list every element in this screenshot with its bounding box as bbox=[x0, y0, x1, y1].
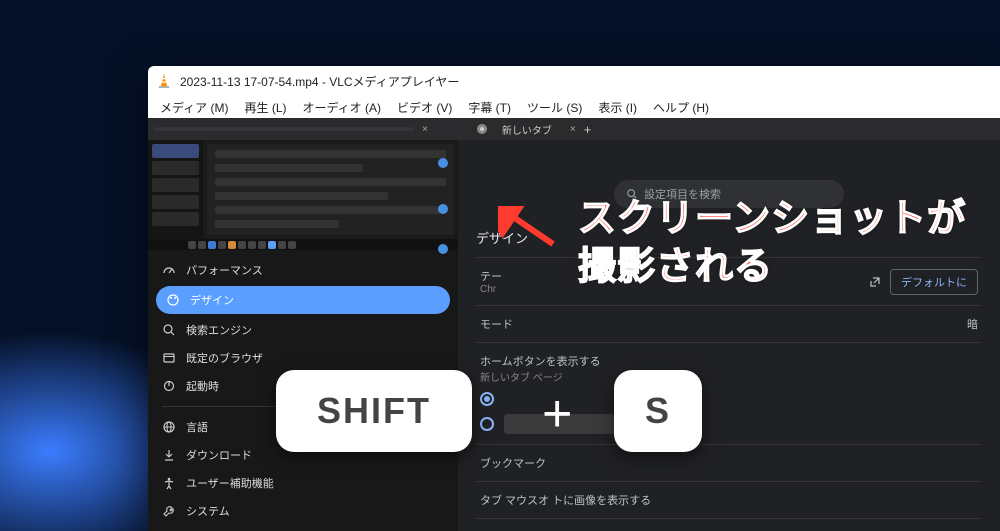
window-title: 2023-11-13 17-07-54.mp4 - VLCメディアプレイヤー bbox=[180, 73, 459, 90]
a11y-icon bbox=[162, 476, 176, 490]
palette-icon bbox=[166, 293, 180, 307]
browser-icon bbox=[162, 351, 176, 365]
plus-icon: + bbox=[542, 384, 572, 444]
video-editor-thumb bbox=[148, 140, 458, 239]
download-icon bbox=[162, 448, 176, 462]
sidebar-item-design[interactable]: デザイン bbox=[156, 286, 450, 314]
browser-tabstrip: × 新しいタブ × + bbox=[148, 118, 1000, 140]
menu-help[interactable]: ヘルプ (H) bbox=[647, 97, 715, 118]
menu-playback[interactable]: 再生 (L) bbox=[238, 97, 292, 118]
menu-tools[interactable]: ツール (S) bbox=[521, 97, 588, 118]
recorded-browser: × 新しいタブ × + bbox=[148, 118, 1000, 531]
sidebar-item-label: 言語 bbox=[186, 419, 208, 435]
sidebar-item-system[interactable]: システム bbox=[148, 497, 458, 525]
sidebar-item-label: 既定のブラウザ bbox=[186, 350, 263, 366]
sidebar-item-accessibility[interactable]: ユーザー補助機能 bbox=[148, 469, 458, 497]
sidebar-item-search[interactable]: 検索エンジン bbox=[148, 316, 458, 344]
keycap-shift: SHIFT bbox=[276, 370, 472, 452]
setting-sublabel: 新しいタブ ページ bbox=[480, 369, 601, 384]
sidebar-item-label: ダウンロード bbox=[186, 447, 252, 463]
browser-tab-1[interactable] bbox=[154, 127, 414, 131]
setting-value: 暗 bbox=[967, 316, 978, 332]
search-icon bbox=[162, 323, 176, 337]
sidebar-item-default-browser[interactable]: 既定のブラウザ bbox=[148, 344, 458, 372]
menu-video[interactable]: ビデオ (V) bbox=[391, 97, 458, 118]
setting-sidepanel[interactable]: サイドパネル bbox=[476, 518, 982, 531]
sidebar-item-label: 検索エンジン bbox=[186, 322, 252, 338]
sidebar-item-label: 起動時 bbox=[186, 378, 219, 394]
menu-audio[interactable]: オーディオ (A) bbox=[297, 97, 388, 118]
setting-label: ホームボタンを表示する bbox=[480, 353, 601, 369]
setting-label: ブックマーク bbox=[480, 455, 546, 471]
radio-newtab[interactable] bbox=[480, 392, 494, 406]
sidebar-item-performance[interactable]: パフォーマンス bbox=[148, 256, 458, 284]
close-icon[interactable]: × bbox=[422, 124, 428, 135]
vlc-cone-icon bbox=[156, 73, 172, 89]
menu-subtitle[interactable]: 字幕 (T) bbox=[462, 97, 517, 118]
video-left-pane: パフォーマンス デザイン 検索エンジン 既定のブラウザ bbox=[148, 140, 458, 531]
setting-bookmark[interactable]: ブックマーク bbox=[476, 444, 982, 481]
gauge-icon bbox=[162, 263, 176, 277]
vlc-window: 2023-11-13 17-07-54.mp4 - VLCメディアプレイヤー メ… bbox=[148, 66, 1000, 531]
chrome-icon bbox=[476, 123, 488, 135]
annotation-arrow-icon bbox=[498, 206, 558, 250]
mini-taskbar bbox=[148, 239, 458, 250]
setting-tabhover[interactable]: タブ マウスオ トに画像を表示する bbox=[476, 481, 982, 518]
sidebar-item-label: デザイン bbox=[190, 292, 234, 308]
menu-view[interactable]: 表示 (I) bbox=[592, 97, 643, 118]
browser-tab-2[interactable]: 新しいタブ bbox=[492, 120, 562, 139]
annotation-text: スクリーンショットが 撮影される bbox=[578, 196, 966, 291]
new-tab-button[interactable]: + bbox=[580, 122, 596, 137]
sidebar-item-label: システム bbox=[186, 503, 230, 519]
video-area: × 新しいタブ × + bbox=[148, 118, 1000, 531]
menubar: メディア (M) 再生 (L) オーディオ (A) ビデオ (V) 字幕 (T)… bbox=[148, 96, 1000, 118]
keycap-s: S bbox=[614, 370, 702, 452]
setting-label: テー bbox=[480, 268, 502, 284]
close-icon[interactable]: × bbox=[570, 124, 576, 135]
setting-sublabel: Chr bbox=[480, 284, 502, 295]
sidebar-item-label: ユーザー補助機能 bbox=[186, 475, 274, 491]
sidebar-item-label: パフォーマンス bbox=[186, 262, 263, 278]
wrench-icon bbox=[162, 504, 176, 518]
setting-label: タブ マウスオ トに画像を表示する bbox=[480, 492, 651, 508]
menu-media[interactable]: メディア (M) bbox=[154, 97, 234, 118]
power-icon bbox=[162, 379, 176, 393]
radio-custom[interactable] bbox=[480, 417, 494, 431]
setting-label: モード bbox=[480, 316, 513, 332]
titlebar[interactable]: 2023-11-13 17-07-54.mp4 - VLCメディアプレイヤー bbox=[148, 66, 1000, 96]
globe-icon bbox=[162, 420, 176, 434]
setting-mode[interactable]: モード 暗 bbox=[476, 305, 982, 342]
